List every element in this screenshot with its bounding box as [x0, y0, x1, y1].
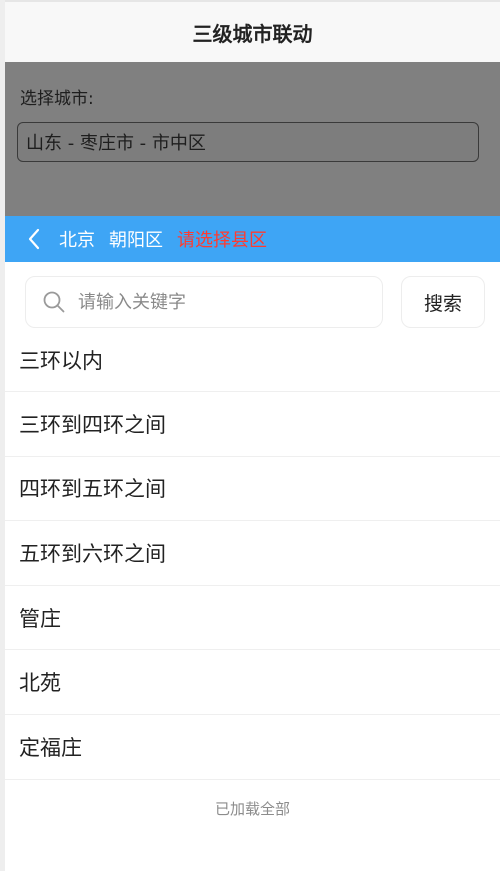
city-picker-overlay[interactable]: 选择城市: 山东 - 枣庄市 - 市中区 — [5, 62, 500, 216]
list-item[interactable]: 定福庄 — [5, 715, 500, 780]
breadcrumb: 北京 朝阳区 请选择县区 — [5, 216, 500, 262]
city-picker-value: 山东 - 枣庄市 - 市中区 — [26, 133, 206, 154]
title-bar: 三级城市联动 — [5, 0, 500, 62]
list-item[interactable]: 三环到四环之间 — [5, 392, 500, 457]
search-button[interactable]: 搜索 — [401, 276, 485, 328]
district-list: 三环以内 三环到四环之间 四环到五环之间 五环到六环之间 管庄 北苑 定福庄 — [5, 328, 500, 780]
list-item[interactable]: 管庄 — [5, 586, 500, 651]
city-picker-label: 选择城市: — [20, 89, 94, 109]
breadcrumb-current: 请选择县区 — [177, 230, 267, 251]
app-window: 三级城市联动 选择城市: 山东 - 枣庄市 - 市中区 北京 朝阳区 请选择县区 — [0, 0, 500, 871]
breadcrumb-item-city[interactable]: 朝阳区 — [109, 226, 163, 252]
breadcrumb-item-province[interactable]: 北京 — [59, 226, 95, 252]
search-box[interactable] — [25, 276, 383, 328]
list-item[interactable]: 五环到六环之间 — [5, 521, 500, 586]
load-status: 已加载全部 — [214, 799, 290, 818]
chevron-left-icon[interactable] — [27, 227, 41, 251]
list-item[interactable]: 北苑 — [5, 650, 500, 715]
list-item[interactable]: 三环以内 — [5, 328, 500, 392]
search-icon — [42, 290, 66, 314]
city-picker-field[interactable]: 山东 - 枣庄市 - 市中区 — [17, 122, 479, 162]
page-title: 三级城市联动 — [192, 21, 313, 46]
search-input[interactable] — [78, 291, 348, 313]
list-item[interactable]: 四环到五环之间 — [5, 457, 500, 522]
